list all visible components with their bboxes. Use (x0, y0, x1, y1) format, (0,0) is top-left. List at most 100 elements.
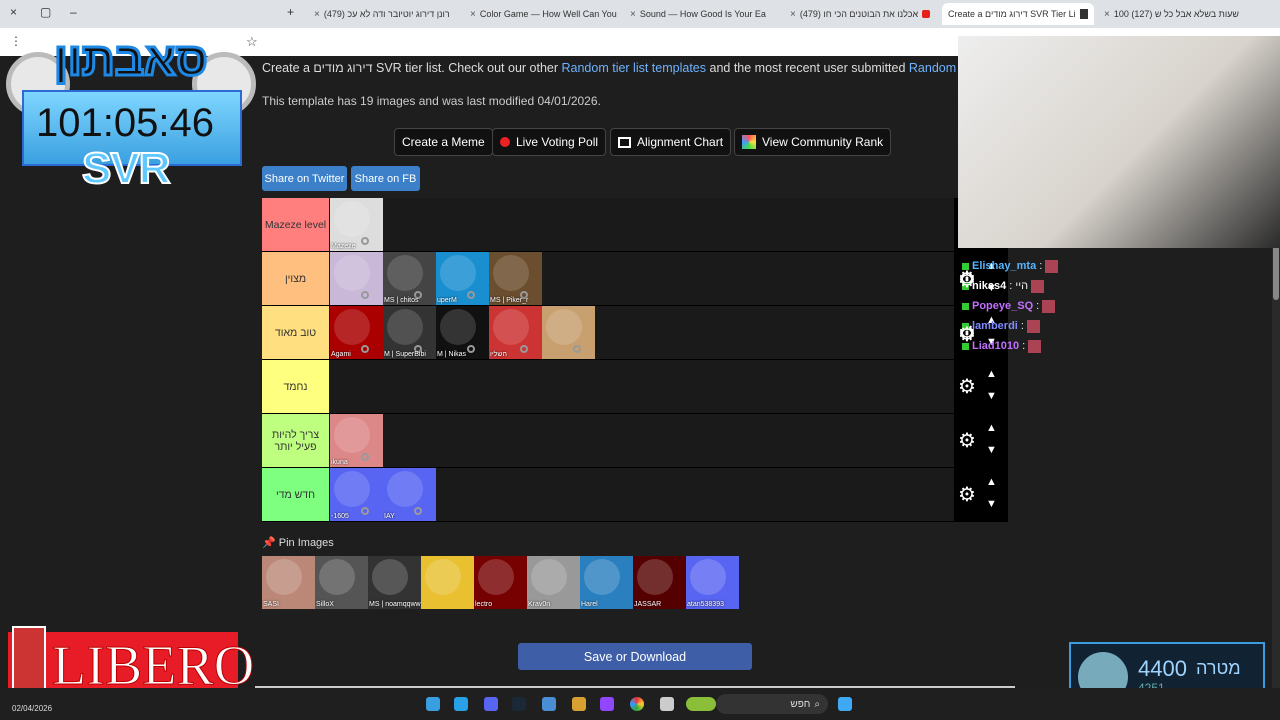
gear-icon[interactable]: ⚙ (958, 322, 976, 347)
live-voting-button[interactable]: Live Voting Poll (492, 128, 607, 156)
tier-item[interactable] (542, 306, 595, 359)
tier-label[interactable]: חדש מדי (262, 468, 329, 521)
pin-image[interactable]: JASSAR (633, 556, 686, 609)
pin-image[interactable] (421, 556, 474, 609)
restore-window-icon[interactable]: ▢ (40, 5, 51, 19)
pin-images-row: SASI SilloX MS | noamqqww lectro Krav0n Harel… (262, 556, 739, 609)
pin-image[interactable]: Krav0n (527, 556, 580, 609)
button-label: View Community Rank (762, 135, 884, 149)
item-caption: M | SuperBibi (384, 351, 426, 358)
obs-icon[interactable] (600, 697, 614, 711)
tab-item[interactable]: × 100 שעות בשלא אבל כל ש (127) (1098, 3, 1248, 25)
tab-item-active[interactable]: Create a דירוג מודים SVR Tier Li (942, 3, 1094, 25)
new-tab-button[interactable]: + (287, 5, 294, 19)
gear-icon[interactable]: ⚙ (958, 268, 976, 293)
close-tab-icon[interactable]: × (314, 9, 320, 20)
tier-label[interactable]: מצוין (262, 252, 329, 305)
chat-username[interactable]: Popeye_SQ (972, 300, 1033, 312)
pin-image[interactable]: atan538393 (686, 556, 739, 609)
tab-item[interactable]: × Color Game — How Well Can You (464, 3, 622, 25)
pin-images-label: Pin Images (278, 537, 334, 549)
chat-username[interactable]: lamberdi (972, 320, 1018, 332)
tier-label[interactable]: צריך להיות פעיל יותר (262, 414, 329, 467)
tier-label[interactable]: נחמד (262, 360, 329, 413)
gear-icon[interactable]: ⚙ (958, 428, 976, 453)
gear-icon[interactable]: ⚙ (958, 482, 976, 507)
pin-image[interactable]: SASI (262, 556, 315, 609)
tier-item[interactable]: M | Nikas (436, 306, 489, 359)
close-tab-icon[interactable]: × (1104, 9, 1110, 20)
share-fb-button[interactable]: Share on FB (351, 166, 420, 191)
chrome-icon[interactable] (630, 697, 644, 711)
tier-item[interactable]: השליו (489, 306, 542, 359)
close-tab-icon[interactable]: × (470, 9, 476, 20)
tier-item[interactable]: Agami (330, 306, 383, 359)
tier-item[interactable]: M | SuperBibi (383, 306, 436, 359)
tier-item[interactable]: MS | Piker_r (489, 252, 542, 305)
tier-item[interactable]: uperM (436, 252, 489, 305)
file-explorer-icon[interactable] (660, 697, 674, 711)
move-down-icon[interactable]: ▼ (986, 498, 997, 510)
share-twitter-button[interactable]: Share on Twitter (262, 166, 347, 191)
move-up-icon[interactable]: ▲ (986, 422, 997, 434)
telegram-icon[interactable] (454, 697, 468, 711)
tier-item[interactable]: ikuna (330, 414, 383, 467)
alignment-chart-button[interactable]: Alignment Chart (610, 128, 732, 156)
tab-label: Create a דירוג מודים SVR Tier Li (948, 9, 1076, 19)
item-caption: השליו (490, 351, 507, 358)
close-window-icon[interactable]: × (10, 5, 17, 19)
discord-icon[interactable] (484, 697, 498, 711)
tier-item[interactable]: Mazeze (330, 198, 383, 251)
pin-image[interactable]: lectro (474, 556, 527, 609)
chat-username[interactable]: Elishay_mta (972, 260, 1036, 272)
goal-label: מטרה (1196, 658, 1241, 678)
avatar (478, 559, 514, 595)
tier-item[interactable]: -1605 (330, 468, 383, 521)
close-tab-icon[interactable]: × (630, 9, 636, 20)
minimize-window-icon[interactable]: – (70, 5, 77, 19)
tier-items: ikuna (330, 414, 383, 467)
search-placeholder: חפש (790, 698, 811, 710)
close-tab-icon[interactable]: × (790, 9, 796, 20)
move-down-icon[interactable]: ▼ (986, 444, 997, 456)
random-templates-link[interactable]: Random tier list templates (562, 61, 707, 75)
tier-item[interactable]: IAY (383, 468, 436, 521)
tab-label: אכלנו את הבוטנים הכי חו (479) (799, 9, 919, 19)
avatar (440, 255, 476, 291)
tab-item[interactable]: × Sound — How Good Is Your Ea (624, 3, 776, 25)
community-rank-button[interactable]: View Community Rank (734, 128, 892, 156)
tier-label[interactable]: טוב מאוד (262, 306, 329, 359)
weather-widget-icon[interactable] (686, 697, 716, 711)
mod-badge-icon (962, 302, 969, 310)
status-dot-icon (361, 453, 369, 461)
calculator-icon[interactable] (426, 697, 440, 711)
gear-icon[interactable]: ⚙ (958, 374, 976, 399)
chat-text: : היי (1009, 280, 1029, 292)
menu-icon[interactable]: ⋮ (10, 34, 22, 48)
pin-image[interactable]: MS | noamqqww (368, 556, 421, 609)
chat-username[interactable]: Liad1010 (972, 340, 1019, 352)
tier-item[interactable] (330, 252, 383, 305)
chat-username[interactable]: nikas4 (972, 280, 1006, 292)
save-download-button[interactable]: Save or Download (518, 643, 752, 670)
notepad-icon[interactable] (542, 697, 556, 711)
tier-item[interactable]: MS | chitos (383, 252, 436, 305)
move-down-icon[interactable]: ▼ (986, 390, 997, 402)
tab-label: רונן דירוג יוטיובר ודה לא עכ (479) (323, 9, 450, 19)
tab-item[interactable]: × רונן דירוג יוטיובר ודה לא עכ (479) (308, 3, 458, 25)
steam-icon[interactable] (512, 697, 526, 711)
pin-image[interactable]: Harel (580, 556, 633, 609)
tier-label[interactable]: Mazeze level (262, 198, 329, 251)
taskbar-search-input[interactable]: חפש ⌕ (716, 694, 828, 714)
app-icon[interactable] (572, 697, 586, 711)
bookmark-star-icon[interactable]: ☆ (246, 34, 258, 50)
button-label: Alignment Chart (637, 135, 724, 149)
tab-item[interactable]: × אכלנו את הבוטנים הכי חו (479) (784, 3, 936, 25)
pin-image[interactable]: SilloX (315, 556, 368, 609)
move-up-icon[interactable]: ▲ (986, 476, 997, 488)
windows-start-icon[interactable] (838, 697, 852, 711)
move-up-icon[interactable]: ▲ (986, 368, 997, 380)
create-meme-button[interactable]: Create a Meme (394, 128, 493, 156)
status-dot-icon (361, 345, 369, 353)
intro-text: and the most recent user submitted (706, 61, 909, 75)
